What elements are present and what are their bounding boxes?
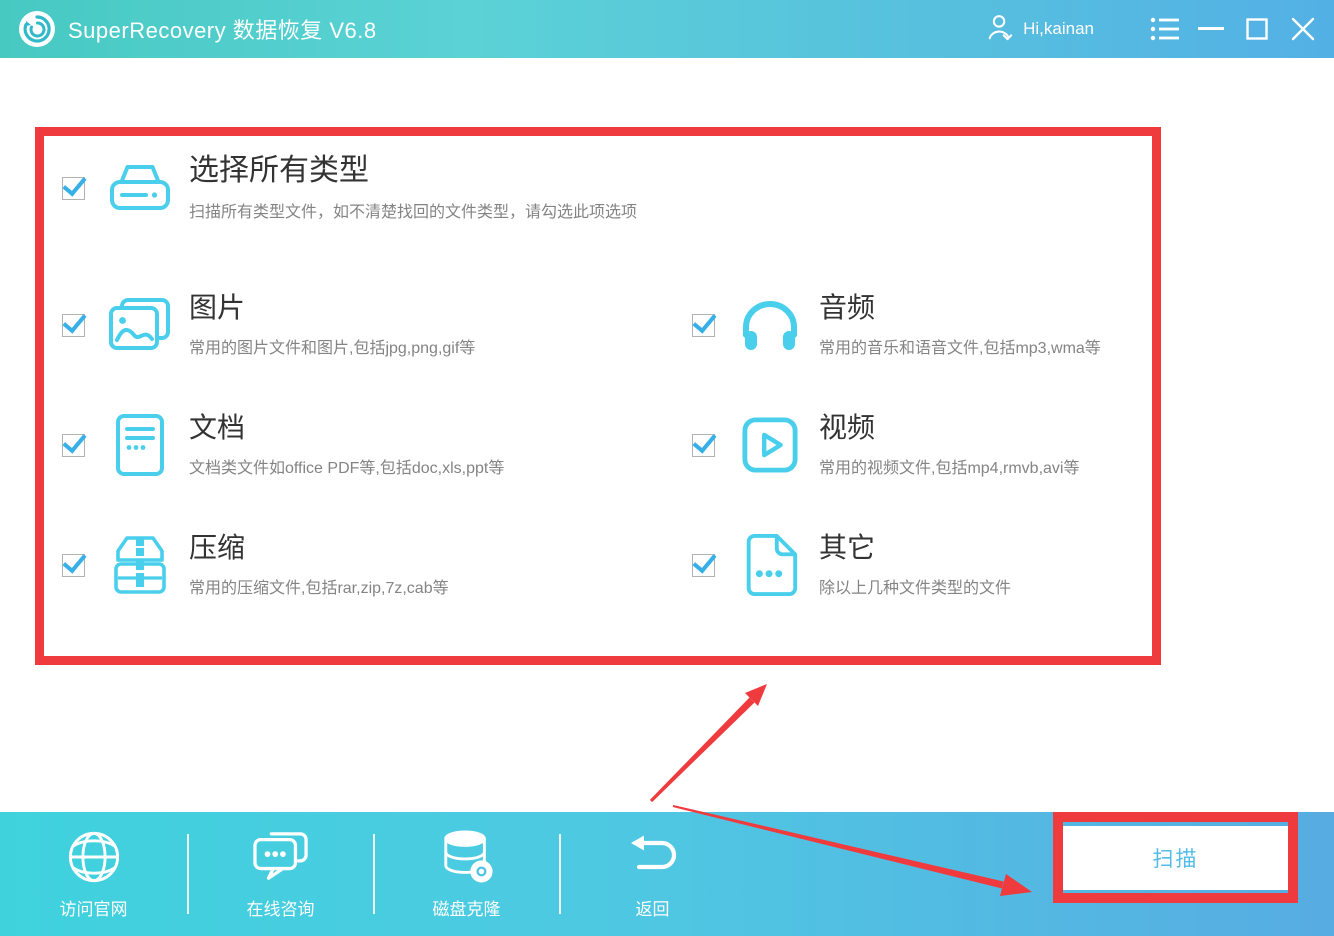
menu-list-icon [1150,17,1180,41]
return-icon [627,829,679,885]
user-icon [986,12,1014,47]
audio-title: 音频 [819,292,1101,324]
audio-desc: 常用的音乐和语音文件,包括mp3,wma等 [819,334,1101,358]
maximize-button[interactable] [1234,0,1280,58]
other-icon [737,534,803,596]
image-icon [107,298,173,352]
drive-icon [107,162,173,214]
maximize-icon [1246,18,1268,40]
back-label: 返回 [636,895,670,920]
minimize-button[interactable] [1188,0,1234,58]
minimize-icon [1198,27,1224,31]
images-desc: 常用的图片文件和图片,包括jpg,png,gif等 [189,334,475,358]
file-type-row-images: 图片 常用的图片文件和图片,包括jpg,png,gif等 [62,288,475,362]
online-consult-label: 在线咨询 [247,895,315,920]
menu-button[interactable] [1142,0,1188,58]
archive-desc: 常用的压缩文件,包括rar,zip,7z,cab等 [189,574,449,598]
file-type-row-video: 视频 常用的视频文件,包括mp4,rmvb,avi等 [692,408,1079,482]
online-consult-button[interactable]: 在线咨询 [187,812,374,936]
file-type-row-archive: 压缩 常用的压缩文件,包括rar,zip,7z,cab等 [62,528,449,602]
disk-clone-icon [440,829,494,885]
annotation-rectangle-scan: 扫描 [1053,812,1298,903]
file-type-row-audio: 音频 常用的音乐和语音文件,包括mp3,wma等 [692,288,1101,362]
disk-clone-button[interactable]: 磁盘克隆 [373,812,560,936]
select-all-title: 选择所有类型 [189,154,637,189]
other-desc: 除以上几种文件类型的文件 [819,574,1011,598]
app-title: SuperRecovery 数据恢复 V6.8 [68,13,377,45]
audio-icon [737,297,803,353]
document-icon [107,414,173,476]
video-checkbox[interactable] [692,434,715,457]
disk-clone-label: 磁盘克隆 [433,895,501,920]
visit-website-label: 访问官网 [60,895,128,920]
app-logo-icon [18,10,56,48]
audio-checkbox[interactable] [692,314,715,337]
other-checkbox[interactable] [692,554,715,577]
archive-title: 压缩 [189,532,449,564]
documents-desc: 文档类文件如office PDF等,包括doc,xls,ppt等 [189,454,504,478]
scan-button[interactable]: 扫描 [1063,826,1288,890]
back-button[interactable]: 返回 [559,812,746,936]
user-account-button[interactable]: Hi,kainan [986,12,1094,47]
globe-icon [67,829,121,885]
archive-icon [107,535,173,595]
images-title: 图片 [189,292,475,324]
video-icon [737,417,803,473]
visit-website-button[interactable]: 访问官网 [0,812,187,936]
close-icon [1291,17,1315,41]
other-title: 其它 [819,532,1011,564]
close-button[interactable] [1280,0,1326,58]
video-title: 视频 [819,412,1079,444]
select-all-checkbox[interactable] [62,177,85,200]
documents-title: 文档 [189,412,504,444]
documents-checkbox[interactable] [62,434,85,457]
file-type-row-select-all: 选择所有类型 扫描所有类型文件，如不清楚找回的文件类型，请勾选此项选项 [62,148,637,228]
app-window: SuperRecovery 数据恢复 V6.8 Hi,kainan [0,0,1334,936]
archive-checkbox[interactable] [62,554,85,577]
select-all-desc: 扫描所有类型文件，如不清楚找回的文件类型，请勾选此项选项 [189,198,637,222]
title-bar: SuperRecovery 数据恢复 V6.8 Hi,kainan [0,0,1334,58]
file-type-row-documents: 文档 文档类文件如office PDF等,包括doc,xls,ppt等 [62,408,504,482]
images-checkbox[interactable] [62,314,85,337]
user-greeting: Hi,kainan [1023,19,1094,39]
file-type-row-other: 其它 除以上几种文件类型的文件 [692,528,1011,602]
chat-icon [252,829,310,885]
video-desc: 常用的视频文件,包括mp4,rmvb,avi等 [819,454,1079,478]
